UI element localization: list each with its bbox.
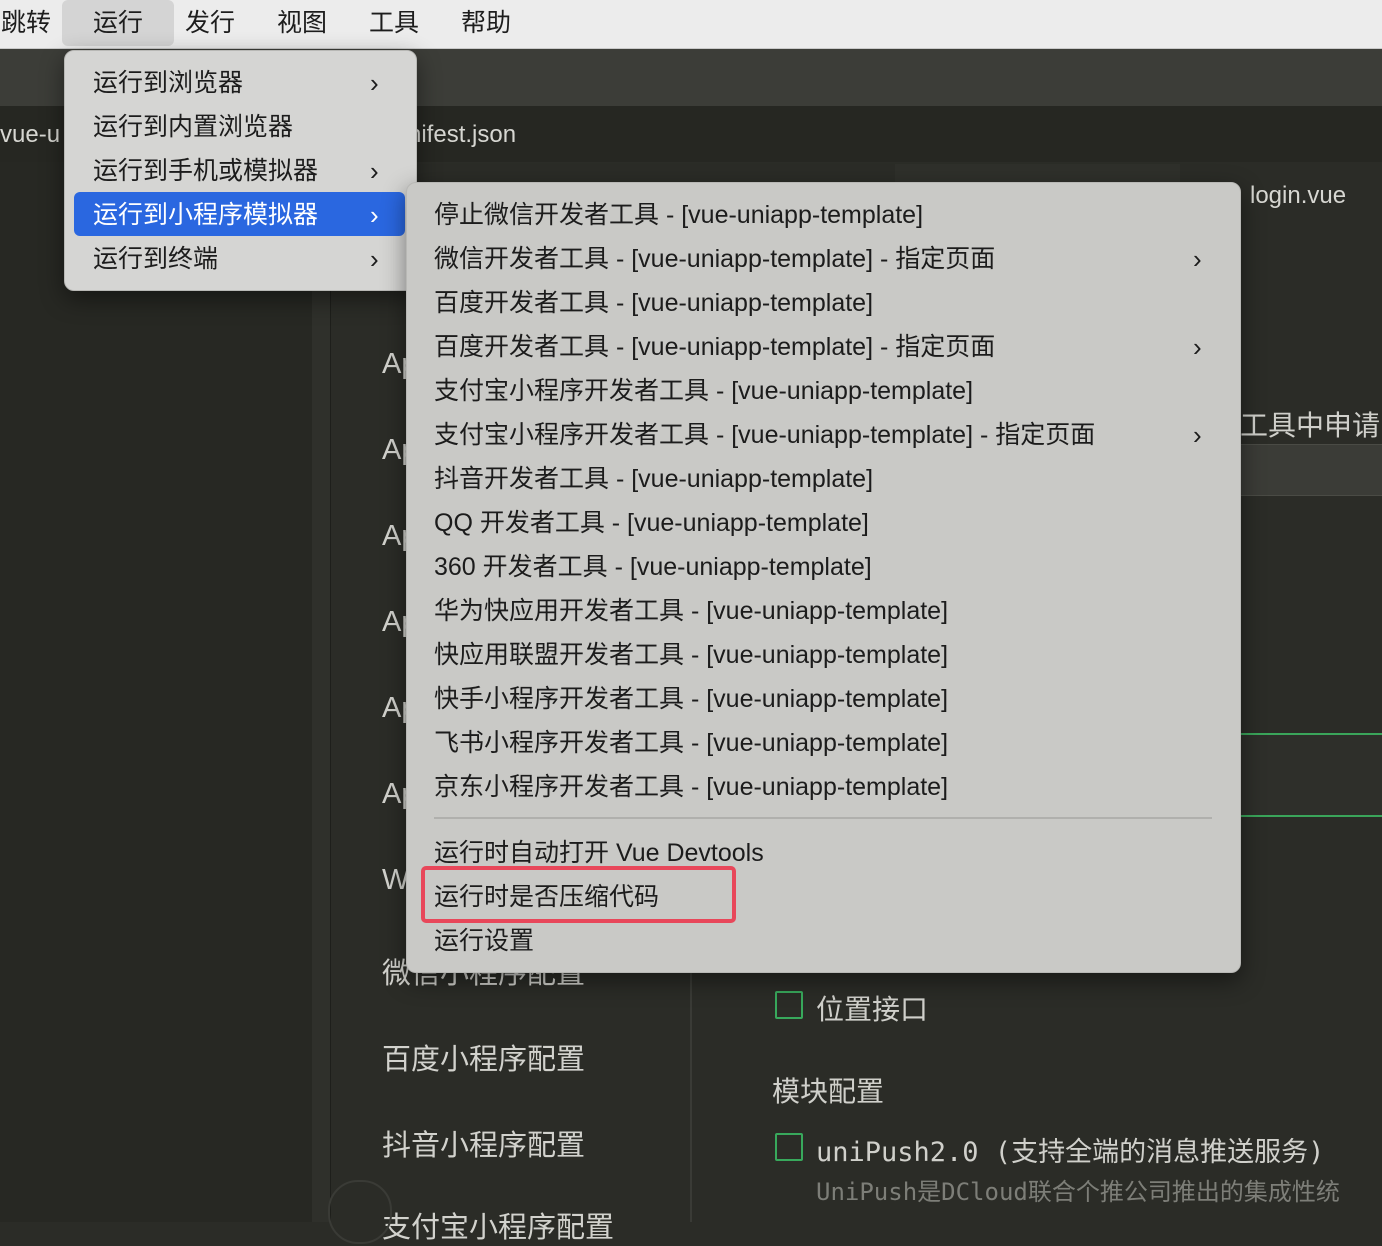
menu-item-label: QQ 开发者工具 - [vue-uniapp-template] (434, 509, 869, 537)
menu-item-label: 停止微信开发者工具 - [vue-uniapp-template] (434, 201, 924, 229)
unipush-description: UniPush是DCloud联合个推公司推出的集成性统 (816, 1178, 1340, 1206)
menu-item-label: 微信开发者工具 - [vue-uniapp-template] - 指定页面 (434, 245, 996, 273)
nav-curve-decoration (328, 1180, 392, 1244)
menu-jump[interactable]: 跳转 (0, 0, 52, 46)
menu-bar: 跳转 运行 发行 视图 工具 帮助 (0, 0, 1382, 49)
menu-run[interactable]: 运行 (62, 0, 174, 46)
run-to-browser-label: 运行到浏览器 (93, 69, 244, 97)
run-to-builtin-browser-label: 运行到内置浏览器 (93, 113, 294, 141)
menu-item-label: 飞书小程序开发者工具 - [vue-uniapp-template] (434, 729, 949, 757)
tab-project[interactable]: vue-u (0, 121, 60, 149)
chevron-right-icon: › (370, 156, 379, 186)
unipush-checkbox[interactable] (775, 1133, 803, 1161)
menu-item-label: 360 开发者工具 - [vue-uniapp-template] (434, 553, 872, 581)
menu-item-label: 百度开发者工具 - [vue-uniapp-template] (434, 289, 874, 317)
menu-publish[interactable]: 发行 (174, 0, 246, 46)
nav-item-baidu[interactable]: 百度小程序配置 (382, 1036, 585, 1078)
focused-input-field[interactable] (1240, 733, 1382, 817)
menu-item-label: 华为快应用开发者工具 - [vue-uniapp-template] (434, 597, 949, 625)
annotation-highlight-box (421, 866, 736, 923)
chevron-right-icon: › (1193, 420, 1202, 450)
module-config-heading: 模块配置 (772, 1076, 885, 1107)
text-input-field[interactable] (1240, 444, 1382, 496)
location-api-label: 位置接口 (816, 994, 929, 1025)
chevron-right-icon: › (1193, 244, 1202, 274)
unipush-label: uniPush2.0 (支持全端的消息推送服务) (816, 1137, 1325, 1168)
menu-tools[interactable]: 工具 (358, 0, 430, 46)
menu-help[interactable]: 帮助 (450, 0, 522, 46)
run-to-miniprogram-simulator-label: 运行到小程序模拟器 (93, 201, 319, 229)
nav-item-douyin[interactable]: 抖音小程序配置 (382, 1122, 585, 1164)
menu-item-label: 抖音开发者工具 - [vue-uniapp-template] (434, 465, 874, 493)
menu-item-label: 快应用联盟开发者工具 - [vue-uniapp-template] (434, 641, 949, 669)
tree-scrollbar[interactable] (312, 162, 330, 1222)
tab-manifest[interactable]: nifest.json (408, 121, 516, 149)
menu-item-label: 快手小程序开发者工具 - [vue-uniapp-template] (434, 685, 949, 713)
chevron-right-icon: › (370, 244, 379, 274)
menu-item-label: 支付宝小程序开发者工具 - [vue-uniapp-template] (434, 377, 974, 405)
run-to-terminal-label: 运行到终端 (93, 245, 219, 273)
project-tree[interactable] (0, 162, 312, 1222)
run-to-phone-emulator-label: 运行到手机或模拟器 (93, 157, 319, 185)
menu-item-label: 支付宝小程序开发者工具 - [vue-uniapp-template] - 指定… (434, 421, 1096, 449)
tab-login[interactable]: login.vue (1250, 182, 1346, 210)
menu-item-label: 百度开发者工具 - [vue-uniapp-template] - 指定页面 (434, 333, 996, 361)
partial-description: 工具中申请 (1240, 410, 1381, 441)
menu-item-label: 运行设置 (434, 927, 535, 955)
chevron-right-icon: › (370, 200, 379, 230)
chevron-right-icon: › (1193, 332, 1202, 362)
menu-item-label: 京东小程序开发者工具 - [vue-uniapp-template] (434, 773, 949, 801)
menu-view[interactable]: 视图 (266, 0, 338, 46)
menu-divider (434, 817, 1212, 819)
location-api-checkbox[interactable] (775, 991, 803, 1019)
chevron-right-icon: › (370, 68, 379, 98)
tab-active-indicator (895, 164, 1180, 184)
nav-item-alipay[interactable]: 支付宝小程序配置 (382, 1204, 614, 1246)
